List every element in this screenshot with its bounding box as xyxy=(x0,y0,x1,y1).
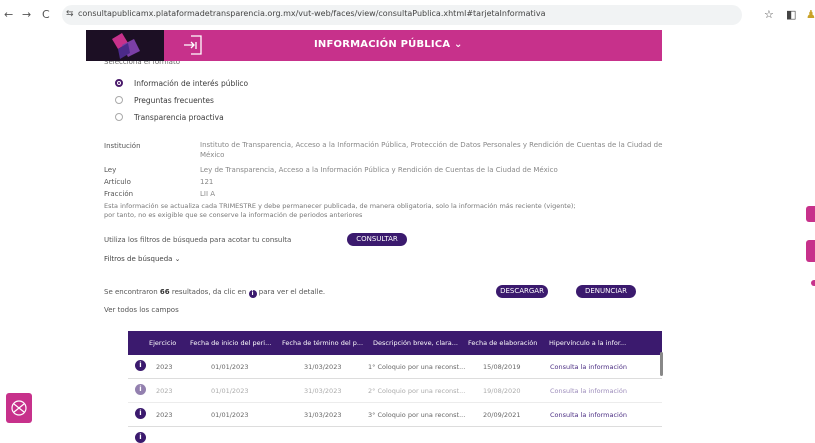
results-suffix: resultados, da clic en xyxy=(169,288,247,296)
login-icon[interactable] xyxy=(182,33,204,57)
cell-inicio: 01/01/2023 xyxy=(211,363,249,371)
cell-descripcion: 2° Coloquio por una reconst... xyxy=(368,387,466,395)
info-icon[interactable]: i xyxy=(135,408,146,419)
profile-icon[interactable]: ♟ xyxy=(806,8,815,21)
column-header[interactable]: Fecha de término del p... xyxy=(282,339,363,347)
table-row: i 2023 01/01/2023 31/03/2023 2° Coloquio… xyxy=(128,379,662,403)
info-icon[interactable]: i xyxy=(135,384,146,395)
column-header[interactable]: Descripción breve, clara... xyxy=(373,339,458,347)
column-header[interactable]: Fecha de elaboración xyxy=(468,339,537,347)
cell-termino: 31/03/2023 xyxy=(304,411,342,419)
results-prefix: Se encontraron xyxy=(104,288,160,296)
side-marker xyxy=(811,280,815,286)
cell-ejercicio: 2023 xyxy=(156,363,173,371)
radio-preguntas-frecuentes[interactable] xyxy=(115,96,123,104)
info-icon: i xyxy=(248,290,257,298)
accessibility-icon xyxy=(11,400,27,416)
column-header[interactable]: Hipervínculo a la infor... xyxy=(549,339,626,347)
column-header[interactable]: Fecha de inicio del peri... xyxy=(190,339,271,347)
cell-descripcion: 3° Coloquio por una reconst... xyxy=(368,411,466,419)
table-header: Ejercicio Fecha de inicio del peri... Fe… xyxy=(128,331,662,355)
accessibility-side-button[interactable] xyxy=(806,206,815,222)
institucion-line: Instituto de Transparencia, Acceso a la … xyxy=(200,141,663,149)
back-icon[interactable]: ← xyxy=(4,8,13,21)
download-button[interactable]: DESCARGAR xyxy=(496,285,548,298)
reload-icon[interactable]: C xyxy=(42,8,50,21)
site-header: INFORMACIÓN PÚBLICA ⌄ xyxy=(86,30,662,61)
note-line: Esta información se actualiza cada TRIME… xyxy=(104,202,576,210)
site-info-icon[interactable]: ⇆ xyxy=(66,9,74,19)
cell-descripcion: 1° Coloquio por una reconst... xyxy=(368,363,466,371)
address-bar[interactable]: ⇆ consultapublicamx.plataformadetranspar… xyxy=(62,5,742,25)
sidebar-icon[interactable]: ◧ xyxy=(786,8,796,21)
info-link[interactable]: Consulta la información xyxy=(550,363,627,371)
note-line: por tanto, no es exigible que se conserv… xyxy=(104,211,363,219)
site-logo[interactable] xyxy=(86,30,164,61)
cell-ejercicio: 2023 xyxy=(156,387,173,395)
articulo-value: 121 xyxy=(200,178,214,186)
info-link[interactable]: Consulta la información xyxy=(550,387,627,395)
fraccion-label: Fracción xyxy=(104,190,134,198)
radio-label[interactable]: Preguntas frecuentes xyxy=(134,96,214,105)
table-row: i 2023 01/01/2023 31/03/2023 3° Coloquio… xyxy=(128,403,662,427)
filter-hint: Utiliza los filtros de búsqueda para aco… xyxy=(104,236,292,244)
table-scrollbar[interactable] xyxy=(660,352,663,376)
filters-toggle[interactable]: Filtros de búsqueda ⌄ xyxy=(104,255,181,263)
forward-icon[interactable]: → xyxy=(22,8,31,21)
articulo-label: Artículo xyxy=(104,178,131,186)
consultar-button[interactable]: CONSULTAR xyxy=(347,233,407,246)
institucion-label: Institución xyxy=(104,142,141,150)
info-icon[interactable]: i xyxy=(135,360,146,371)
cell-elaboracion: 20/09/2021 xyxy=(483,411,521,419)
results-suffix2: para ver el detalle. xyxy=(258,288,326,296)
update-note: Esta información se actualiza cada TRIME… xyxy=(104,202,576,220)
radio-label[interactable]: Información de interés público xyxy=(134,79,248,88)
cell-inicio: 01/01/2023 xyxy=(211,387,249,395)
ley-label: Ley xyxy=(104,166,117,174)
info-link[interactable]: Consulta la información xyxy=(550,411,627,419)
cell-elaboracion: 15/08/2019 xyxy=(483,363,521,371)
chat-side-button[interactable] xyxy=(806,240,815,262)
radio-transparencia-proactiva[interactable] xyxy=(115,113,123,121)
fraccion-value: LII A xyxy=(200,190,216,198)
cell-inicio: 01/01/2023 xyxy=(211,411,249,419)
format-heading: Selecciona el formato xyxy=(104,61,180,66)
results-summary: Se encontraron 66 resultados, da clic en… xyxy=(104,288,326,298)
table-row: i 2023 01/01/2023 31/03/2023 1° Coloquio… xyxy=(128,355,662,379)
all-fields-link[interactable]: Ver todos los campos xyxy=(104,306,179,314)
url-text[interactable]: consultapublicamx.plataformadetransparen… xyxy=(78,9,546,18)
page-title[interactable]: INFORMACIÓN PÚBLICA ⌄ xyxy=(314,39,463,50)
ley-value: Ley de Transparencia, Acceso a la Inform… xyxy=(200,166,558,174)
browser-toolbar: ← → C ⇆ consultapublicamx.plataformadetr… xyxy=(0,0,815,30)
report-button[interactable]: DENUNCIAR xyxy=(576,285,636,298)
cell-ejercicio: 2023 xyxy=(156,411,173,419)
cell-termino: 31/03/2023 xyxy=(304,387,342,395)
column-header[interactable]: Ejercicio xyxy=(149,339,176,347)
cell-elaboracion: 19/08/2020 xyxy=(483,387,521,395)
accessibility-button[interactable] xyxy=(6,393,32,423)
cell-termino: 31/03/2023 xyxy=(304,363,342,371)
star-icon[interactable]: ☆ xyxy=(764,8,774,21)
results-count: 66 xyxy=(159,288,170,296)
radio-label[interactable]: Transparencia proactiva xyxy=(134,113,224,122)
institucion-value: Instituto de Transparencia, Acceso a la … xyxy=(200,140,662,160)
radio-interes-publico[interactable] xyxy=(115,79,123,87)
table-row: i xyxy=(128,427,662,443)
institucion-line: México xyxy=(200,151,225,159)
